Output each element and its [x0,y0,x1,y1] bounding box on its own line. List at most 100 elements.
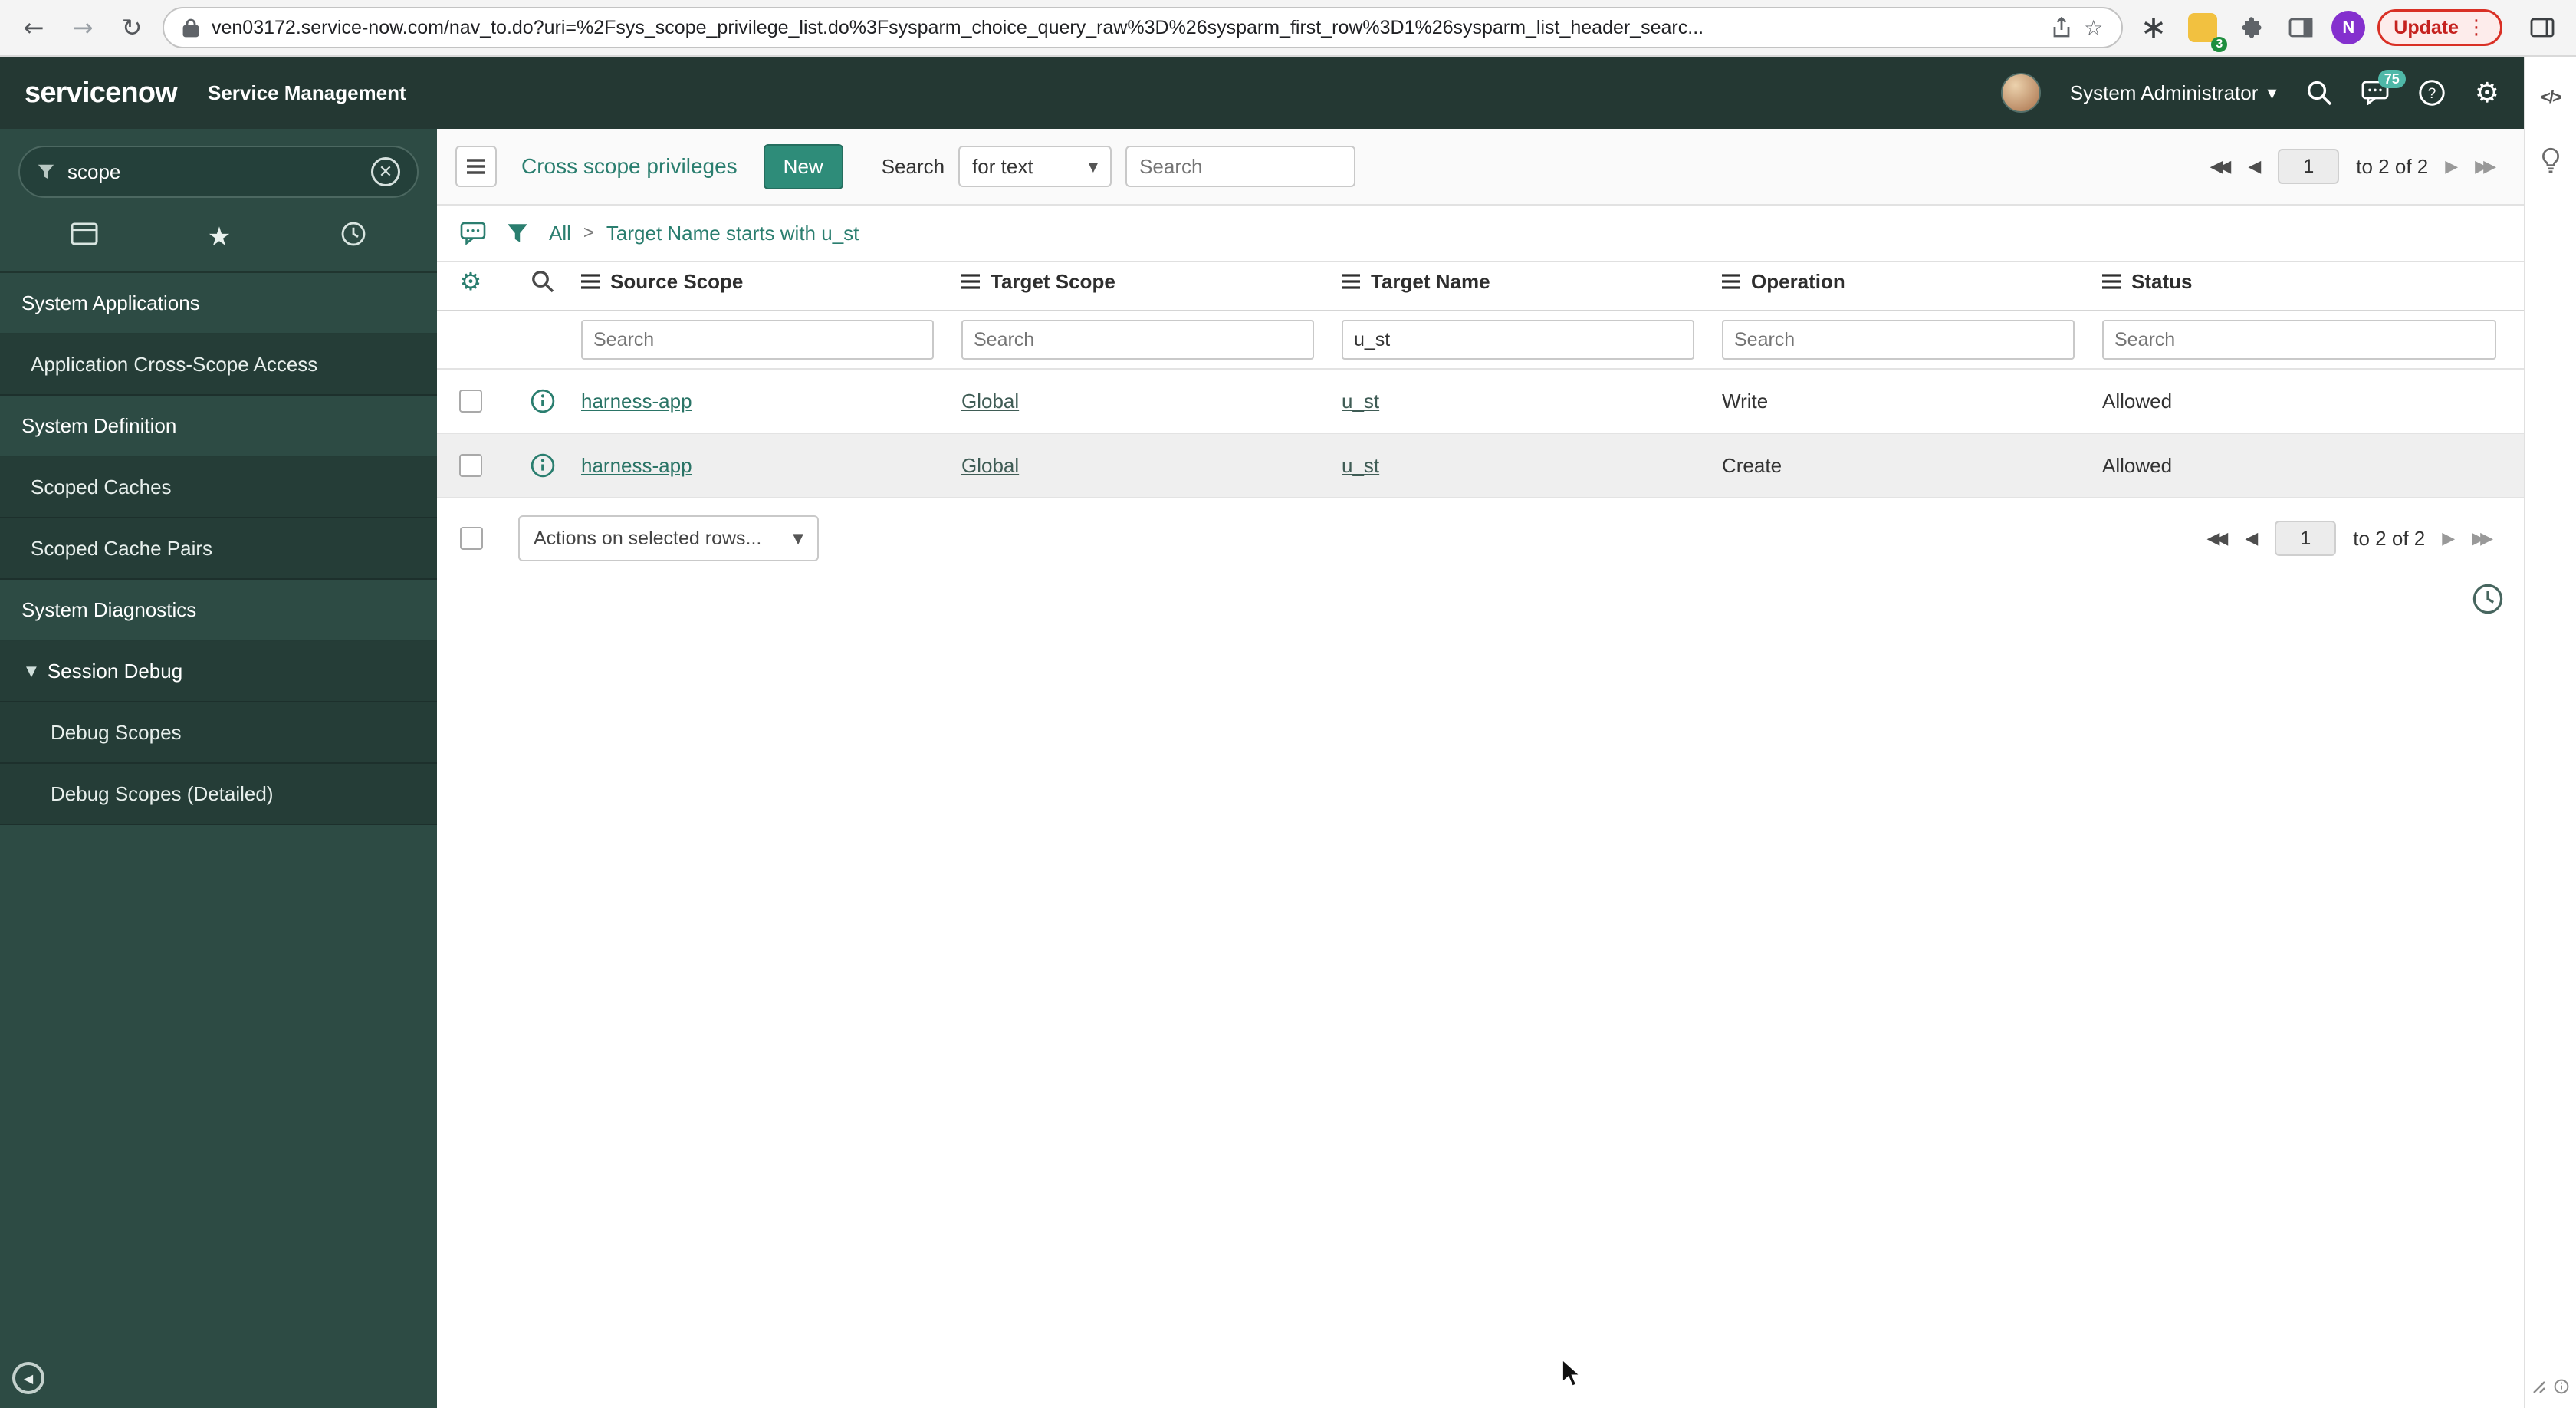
target-name-link[interactable]: u_st [1342,454,1379,477]
history-clock-icon[interactable] [340,221,366,253]
url-text[interactable]: ven03172.service-now.com/nav_to.do?uri=%… [212,17,2039,39]
search-operation-input[interactable] [1722,320,2075,360]
list-content: Cross scope privileges New Search for te… [437,129,2524,1408]
side-panel-icon[interactable] [2282,9,2319,46]
column-search-toggle-icon[interactable] [504,270,581,293]
column-header-target-scope[interactable]: Target Scope [961,270,1342,294]
user-menu[interactable]: System Administrator ▼ [2070,81,2277,105]
sidebar-item-system-applications[interactable]: System Applications [0,273,437,334]
help-icon[interactable]: ? [2418,79,2446,107]
bookmark-star-icon[interactable]: ☆ [2084,15,2103,41]
breadcrumb-filter-link[interactable]: Target Name starts with u_st [606,222,859,245]
prev-page-icon[interactable]: ◀ [2248,157,2261,176]
browser-back-icon[interactable]: ← [15,9,52,46]
page-row-input[interactable] [2278,149,2340,184]
search-type-select[interactable]: for text ▼ [958,146,1112,187]
extensions-puzzle-icon[interactable] [2233,9,2270,46]
url-bar[interactable]: ven03172.service-now.com/nav_to.do?uri=%… [163,7,2124,48]
conversations-icon[interactable]: 75 [2361,70,2406,105]
page-row-input[interactable] [2275,521,2337,556]
extension-yellow-icon[interactable]: 3 [2184,9,2228,52]
settings-gear-icon[interactable]: ⚙ [2475,77,2499,109]
target-scope-link[interactable]: Global [961,390,1019,413]
record-info-icon[interactable] [504,389,581,413]
personalize-gear-icon[interactable]: ⚙ [460,267,482,296]
first-page-icon[interactable]: ◀◀ [2207,529,2229,548]
target-name-link[interactable]: u_st [1342,390,1379,413]
browser-update-button[interactable]: Update ⋮ [2377,9,2502,46]
table-row: harness-app Global u_st Write Allowed [437,370,2524,434]
page: ← → ↻ ven03172.service-now.com/nav_to.do… [0,0,2576,1408]
search-status-input[interactable] [2102,320,2496,360]
sidebar-collapse-button[interactable]: ◀ [12,1362,44,1394]
all-applications-icon[interactable] [71,222,98,252]
new-button[interactable]: New [763,143,843,189]
last-page-icon[interactable]: ▶▶ [2472,529,2493,548]
breadcrumb-all-link[interactable]: All [549,222,571,245]
target-scope-link[interactable]: Global [961,454,1019,477]
resize-handle-icon[interactable] [2532,1372,2546,1400]
next-page-icon[interactable]: ▶ [2442,529,2455,548]
prev-page-icon[interactable]: ◀ [2245,529,2258,548]
filter-funnel-icon [38,164,54,179]
browser-menu-icon[interactable]: ⋮ [2466,16,2486,39]
record-info-icon[interactable] [504,453,581,478]
sidebar-item-debug-scopes[interactable]: Debug Scopes [0,702,437,764]
user-caret-icon: ▼ [2267,85,2277,100]
sidebar-item-session-debug[interactable]: ▼ Session Debug [0,641,437,702]
browser-reload-icon[interactable]: ↻ [113,9,150,46]
column-header-status[interactable]: Status [2102,270,2524,294]
notification-badge: 75 [2377,70,2406,88]
search-target-name-input[interactable] [1342,320,1694,360]
sidebar-item-scoped-cache-pairs[interactable]: Scoped Cache Pairs [0,518,437,580]
favorites-star-icon[interactable]: ★ [208,222,231,252]
collapse-caret-icon[interactable]: ▼ [26,663,37,679]
column-header-operation[interactable]: Operation [1722,270,2102,294]
nav-label: Debug Scopes (Detailed) [51,781,274,805]
column-header-target-name[interactable]: Target Name [1342,270,1722,294]
code-panel-icon[interactable]: </> [2541,87,2562,107]
filter-clear-icon[interactable]: ✕ [371,157,400,186]
last-page-icon[interactable]: ▶▶ [2475,157,2496,176]
first-page-icon[interactable]: ◀◀ [2210,157,2232,176]
select-all-checkbox[interactable] [460,527,483,550]
source-scope-link[interactable]: harness-app [581,454,692,477]
share-icon[interactable] [2052,17,2072,38]
global-search-icon[interactable] [2306,80,2332,106]
sidebar-item-system-definition[interactable]: System Definition [0,396,437,457]
sidebar-item-scoped-caches[interactable]: Scoped Caches [0,457,437,518]
extension-asterisk-icon[interactable] [2135,9,2172,46]
browser-sidebar-toggle-icon[interactable] [2524,9,2561,46]
sidebar-item-debug-scopes-detailed[interactable]: Debug Scopes (Detailed) [0,764,437,825]
search-source-scope-input[interactable] [581,320,934,360]
pagination-bottom: ◀◀ ◀ to 2 of 2 ▶ ▶▶ [2207,521,2494,556]
filter-icon[interactable] [506,222,529,244]
info-small-icon[interactable] [2554,1372,2569,1400]
page-range-label: to 2 of 2 [2356,154,2429,178]
nav-label: Application Cross-Scope Access [31,352,318,376]
list-title[interactable]: Cross scope privileges [521,154,738,179]
navigator-filter-input[interactable] [67,160,359,184]
idea-bulb-icon[interactable] [2541,147,2561,173]
next-page-icon[interactable]: ▶ [2445,157,2458,176]
product-title: Service Management [208,81,406,104]
search-target-scope-input[interactable] [961,320,1314,360]
refresh-timer-icon[interactable] [2472,583,2504,621]
navigator-menu: System Applications Application Cross-Sc… [0,273,437,825]
sidebar-item-system-diagnostics[interactable]: System Diagnostics [0,580,437,641]
row-checkbox[interactable] [459,390,482,413]
column-label: Source Scope [610,269,744,293]
sidebar-item-application-cross-scope-access[interactable]: Application Cross-Scope Access [0,334,437,396]
source-scope-link[interactable]: harness-app [581,390,692,413]
browser-profile-avatar[interactable]: N [2331,11,2366,44]
row-checkbox[interactable] [459,454,482,477]
nav-label: Session Debug [47,659,183,683]
nav-label: Debug Scopes [51,720,182,744]
browser-forward-icon[interactable]: → [64,9,101,46]
column-header-source-scope[interactable]: Source Scope [581,270,961,294]
list-search-input[interactable] [1125,146,1356,187]
activity-stream-icon[interactable] [460,222,486,245]
list-context-menu-icon[interactable] [455,146,497,187]
actions-select[interactable]: Actions on selected rows... ▼ [518,515,819,561]
user-avatar[interactable] [2000,73,2041,113]
